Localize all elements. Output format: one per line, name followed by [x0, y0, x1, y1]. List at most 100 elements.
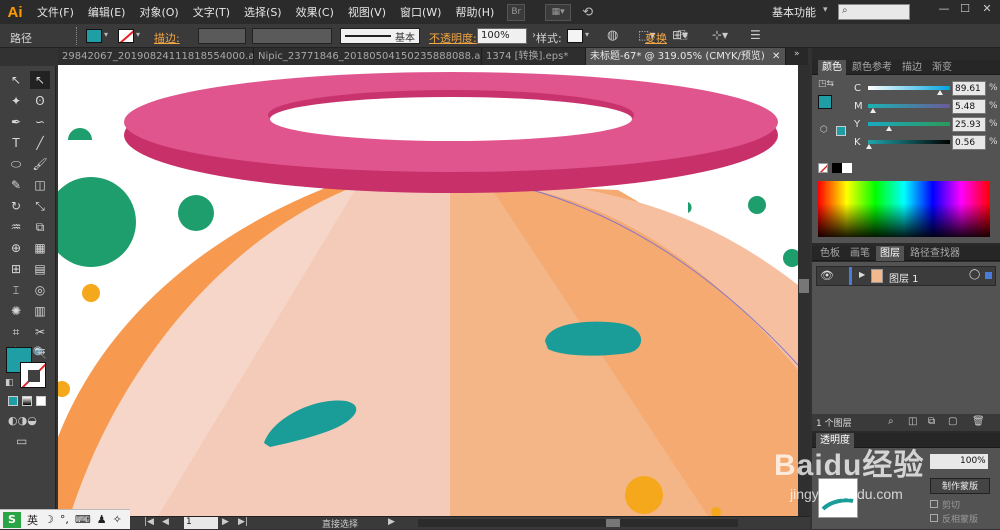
slice-tool-icon[interactable]: ✂	[30, 323, 50, 341]
menu-effect[interactable]: 效果(C)	[289, 4, 341, 20]
k-value-input[interactable]: 0.56	[952, 135, 986, 150]
type-tool-icon[interactable]: T	[6, 134, 26, 152]
make-mask-button[interactable]: 制作蒙版	[930, 478, 990, 494]
white-swatch[interactable]	[842, 163, 852, 173]
gradient-mode-icon[interactable]	[22, 396, 32, 406]
target-circle-icon[interactable]: ◯	[969, 269, 980, 280]
visibility-eye-icon[interactable]: 👁	[820, 269, 834, 282]
horizontal-scrollbar[interactable]	[418, 519, 738, 527]
green-circle-medium[interactable]	[178, 195, 214, 231]
green-circle-small[interactable]	[748, 196, 766, 214]
artboard-tool-icon[interactable]: ⌗	[6, 323, 26, 341]
none-mode-icon[interactable]	[36, 396, 46, 406]
scale-tool-icon[interactable]: ⤡	[30, 197, 50, 215]
more-tabs-icon[interactable]: »	[794, 49, 800, 59]
first-page-icon[interactable]: |◀	[144, 517, 154, 527]
tab-gradient[interactable]: 渐变	[928, 60, 956, 75]
search-input[interactable]: ⌕	[838, 4, 910, 20]
default-colors-icon[interactable]: ◧	[5, 378, 14, 388]
clip-checkbox[interactable]	[930, 500, 938, 508]
last-page-icon[interactable]: ▶|	[238, 517, 248, 527]
object-thumbnail[interactable]	[818, 478, 858, 518]
path-options-icon[interactable]: ⊹▾	[712, 28, 728, 42]
ime-moon-icon[interactable]: ☽	[44, 513, 54, 526]
lasso-tool-icon[interactable]: ʘ	[30, 92, 50, 110]
next-page-icon[interactable]: ▶	[222, 517, 229, 527]
layer-row[interactable]: 👁 ▶ 图层 1 ◯	[816, 266, 996, 286]
hscroll-thumb[interactable]	[606, 519, 620, 527]
opacity-label[interactable]: 不透明度:	[429, 30, 477, 46]
bridge-button[interactable]: Br	[507, 3, 526, 21]
menu-object[interactable]: 对象(O)	[132, 4, 185, 20]
stroke-swatch[interactable]	[118, 29, 134, 43]
workspace-switcher[interactable]: 基本功能	[772, 4, 816, 20]
color-mode-icon[interactable]	[8, 396, 18, 406]
clipping-mask-icon[interactable]: ◫	[908, 416, 917, 427]
scrollbar-thumb[interactable]	[799, 279, 809, 293]
graphic-style-swatch[interactable]	[567, 29, 583, 43]
gpu-performance-icon[interactable]: ⟲	[579, 4, 596, 21]
free-transform-tool-icon[interactable]: ⧉	[30, 218, 50, 236]
black-swatch[interactable]	[832, 163, 842, 173]
tab-document-active[interactable]: 未标题-67* @ 319.05% (CMYK/预览) ✕	[586, 48, 786, 65]
status-menu-icon[interactable]: ▶	[388, 517, 395, 527]
ime-language[interactable]: 英	[27, 512, 38, 528]
c-slider-thumb[interactable]	[937, 90, 943, 95]
m-slider[interactable]	[868, 104, 950, 108]
green-dot-edge[interactable]	[688, 202, 692, 213]
fill-dropdown-icon[interactable]: ▾	[104, 30, 108, 39]
recolor-artwork-icon[interactable]: ◍	[607, 28, 618, 43]
locate-object-icon[interactable]: ⌕	[888, 416, 894, 427]
menu-select[interactable]: 选择(S)	[237, 4, 289, 20]
brush-dropdown[interactable]: 基本	[340, 28, 420, 44]
ime-tools-icon[interactable]: ✧	[113, 513, 122, 526]
m-value-input[interactable]: 5.48	[952, 99, 986, 114]
yellow-dot-edge[interactable]	[58, 381, 70, 397]
eyedropper-tool-icon[interactable]: ⌶	[6, 281, 26, 299]
m-slider-thumb[interactable]	[870, 108, 876, 113]
menu-view[interactable]: 视图(V)	[341, 4, 393, 20]
none-swatch[interactable]	[818, 163, 828, 173]
y-slider-thumb[interactable]	[886, 126, 892, 131]
tab-color-guide[interactable]: 颜色参考	[848, 60, 896, 75]
canvas-area[interactable]	[58, 65, 808, 516]
stroke-dropdown-icon[interactable]: ▾	[136, 30, 140, 39]
k-slider-thumb[interactable]	[866, 144, 872, 149]
minimize-icon[interactable]: —	[934, 2, 954, 20]
tab-brushes[interactable]: 画笔	[846, 246, 874, 261]
workspace-dropdown-icon[interactable]: ▾	[823, 5, 828, 15]
menu-file[interactable]: 文件(F)	[30, 4, 81, 20]
maximize-icon[interactable]: ☐	[955, 2, 975, 20]
stroke-label[interactable]: 描边:	[154, 30, 180, 46]
tab-document-2[interactable]: Nipic_23771846_20180504150235888088.ai*	[254, 48, 482, 65]
artboard[interactable]	[58, 65, 798, 516]
symbol-sprayer-tool-icon[interactable]: ✺	[6, 302, 26, 320]
column-graph-tool-icon[interactable]: ▥	[30, 302, 50, 320]
paintbrush-tool-icon[interactable]: 🖌	[30, 155, 50, 173]
ime-keyboard-icon[interactable]: ⌨	[75, 513, 91, 526]
ellipse-tool-icon[interactable]: ⬭	[6, 155, 26, 173]
menu-window[interactable]: 窗口(W)	[393, 4, 448, 20]
ime-skin-icon[interactable]: ♟	[97, 513, 107, 526]
direct-selection-tool-icon[interactable]: ↖	[30, 71, 50, 89]
page-number-field[interactable]: 1	[184, 517, 218, 529]
c-value-input[interactable]: 89.61	[952, 81, 986, 96]
green-circle-right[interactable]	[783, 249, 798, 267]
fill-swatch[interactable]	[86, 29, 102, 43]
tab-layers[interactable]: 图层	[876, 246, 904, 261]
invert-mask-checkbox[interactable]	[930, 514, 938, 522]
k-slider[interactable]	[868, 140, 950, 144]
green-circle-half[interactable]	[68, 128, 92, 140]
vertical-scrollbar[interactable]	[798, 65, 810, 516]
panel-menu-icon[interactable]: ☰	[750, 28, 761, 42]
opacity-input[interactable]: 100%	[477, 28, 527, 44]
close-tab-icon[interactable]: ✕	[772, 48, 780, 65]
warp-tool-icon[interactable]: ♒	[6, 218, 26, 236]
ime-punct-icon[interactable]: °,	[60, 513, 69, 526]
stroke-weight-dropdown[interactable]	[198, 28, 246, 44]
close-icon[interactable]: ✕	[976, 2, 998, 20]
tab-swatches[interactable]: 色板	[816, 246, 844, 261]
line-tool-icon[interactable]: ╱	[30, 134, 50, 152]
prev-page-icon[interactable]: ◀	[162, 517, 169, 527]
selection-tool-icon[interactable]: ↖	[6, 71, 26, 89]
